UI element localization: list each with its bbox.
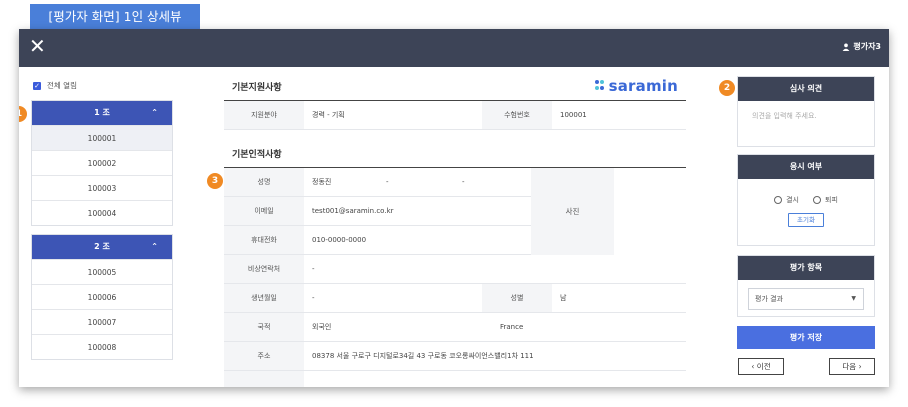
evaluate-title: 평가 항목 — [738, 256, 874, 280]
group-2-label: 2 조 — [94, 242, 110, 251]
reset-button[interactable]: 초기화 — [788, 213, 824, 227]
list-item[interactable]: 100008 — [32, 334, 172, 359]
field-label: 지원분야 — [224, 101, 304, 129]
emergency-label: 비상연락처 — [224, 255, 304, 283]
evaluator-window: ✕ 평가자3 ✓ 전체 열림 1 조 ⌃ 100001 100002 10000… — [19, 29, 889, 387]
user-icon — [842, 43, 850, 51]
basic-apply-row: 지원분야 경력 - 기획 수험번호 100001 — [224, 101, 686, 130]
badge-2: 2 — [719, 80, 735, 96]
caret-down-icon: ▼ — [851, 295, 856, 302]
name-row: 성명 정동진 - - — [224, 168, 531, 197]
attend-box: 응시 여부 결시 퇴피 초기화 — [737, 154, 875, 246]
empty-label — [224, 371, 304, 387]
phone-value: 010-0000-0000 — [312, 236, 367, 244]
field-value: 경력 - 기획 — [312, 111, 345, 119]
saramin-logo-text: saramin — [608, 77, 678, 95]
address-value: 08378 서울 구로구 디지털로34길 43 구로동 코오롱싸이언스밸리1차 … — [312, 352, 534, 360]
name-label: 성명 — [224, 168, 304, 196]
group-1-header[interactable]: 1 조 ⌃ — [32, 101, 172, 125]
nationality-value: 외국인 — [312, 323, 332, 331]
attend-radio-group: 결시 퇴피 — [738, 195, 874, 205]
name-value: 정동진 — [312, 178, 332, 186]
chevron-up-icon: ⌃ — [151, 108, 158, 117]
list-item[interactable]: 100003 — [32, 175, 172, 200]
select-all-label: 전체 열림 — [47, 81, 77, 90]
evaluate-box: 평가 항목 평가 결과 ▼ — [737, 255, 875, 317]
gender-value: 남 — [560, 294, 567, 302]
name-dash-2: - — [462, 178, 465, 186]
screen-caption: [평가자 화면] 1인 상세뷰 — [30, 4, 200, 29]
attend-title: 응시 여부 — [738, 155, 874, 179]
radio-icon — [774, 196, 783, 204]
emergency-value: - — [312, 265, 315, 273]
list-item[interactable]: 100007 — [32, 309, 172, 334]
applicant-detail: 기본지원사항 saramin 지원분야 경력 - 기획 수험번호 100001 … — [224, 67, 686, 387]
radio-withdraw-label: 퇴피 — [825, 196, 838, 204]
photo-placeholder: 사진 — [531, 168, 614, 255]
list-item[interactable]: 100006 — [32, 284, 172, 309]
save-evaluation-button[interactable]: 평가 저장 — [737, 326, 875, 349]
emergency-row: 비상연락처 - — [224, 255, 686, 284]
radio-absent-label: 결시 — [786, 196, 799, 204]
gender-label: 성별 — [482, 284, 552, 312]
basic-apply-title: 기본지원사항 — [232, 83, 282, 93]
list-item[interactable]: 100004 — [32, 200, 172, 225]
group-1: 1 조 ⌃ 100001 100002 100003 100004 — [31, 100, 173, 226]
email-row: 이메일 test001@saramin.co.kr — [224, 197, 531, 226]
birth-row: 생년월일 - 성별 남 — [224, 284, 686, 313]
radio-withdraw[interactable]: 퇴피 — [813, 195, 838, 205]
nationality-row: 국적 외국인 France — [224, 313, 686, 342]
saramin-logo: saramin — [594, 77, 678, 95]
name-dash-1: - — [386, 178, 389, 186]
group-1-label: 1 조 — [94, 108, 110, 117]
user-menu[interactable]: 평가자3 — [842, 41, 881, 52]
phone-row: 휴대전화 010-0000-0000 — [224, 226, 531, 255]
badge-3: 3 — [207, 173, 223, 189]
list-item[interactable]: 100001 — [32, 125, 172, 150]
checkbox-checked-icon: ✓ — [33, 81, 41, 90]
evaluation-select[interactable]: 평가 결과 ▼ — [748, 288, 864, 310]
evaluation-panel: 심사 의견 의견을 입력해 주세요. 응시 여부 결시 퇴피 초기화 평가 항목… — [737, 67, 875, 387]
top-bar: ✕ 평가자3 — [19, 29, 889, 67]
address-row: 주소 08378 서울 구로구 디지털로34길 43 구로동 코오롱싸이언스밸리… — [224, 342, 686, 371]
saramin-logo-icon — [594, 80, 605, 92]
prev-button[interactable]: ‹ 이전 — [738, 358, 784, 375]
exam-label: 수험번호 — [482, 101, 552, 129]
personal-title: 기본인적사항 — [232, 150, 282, 160]
chevron-up-icon: ⌃ — [151, 242, 158, 251]
badge-1: 1 — [19, 106, 27, 122]
empty-row — [224, 371, 686, 387]
next-button[interactable]: 다음 › — [829, 358, 875, 375]
email-value: test001@saramin.co.kr — [312, 207, 394, 215]
select-all-toggle[interactable]: ✓ 전체 열림 — [33, 80, 77, 91]
exam-value: 100001 — [560, 111, 587, 119]
address-label: 주소 — [224, 342, 304, 370]
review-textarea[interactable]: 의견을 입력해 주세요. — [738, 101, 874, 131]
list-item[interactable]: 100005 — [32, 259, 172, 284]
radio-icon — [813, 196, 821, 204]
nationality-label: 국적 — [224, 313, 304, 341]
review-box: 심사 의견 의견을 입력해 주세요. — [737, 76, 875, 147]
group-2: 2 조 ⌃ 100005 100006 100007 100008 — [31, 234, 173, 360]
birth-value: - — [312, 294, 315, 302]
applicant-list-panel: ✓ 전체 열림 1 조 ⌃ 100001 100002 100003 10000… — [31, 67, 174, 387]
user-name: 평가자3 — [853, 42, 881, 51]
radio-absent[interactable]: 결시 — [774, 195, 799, 205]
group-2-header[interactable]: 2 조 ⌃ — [32, 235, 172, 259]
phone-label: 휴대전화 — [224, 226, 304, 254]
birth-label: 생년월일 — [224, 284, 304, 312]
nationality-country: France — [500, 323, 524, 331]
email-label: 이메일 — [224, 197, 304, 225]
list-item[interactable]: 100002 — [32, 150, 172, 175]
close-button[interactable]: ✕ — [29, 36, 47, 56]
evaluation-select-value: 평가 결과 — [755, 295, 783, 303]
review-title: 심사 의견 — [738, 77, 874, 101]
